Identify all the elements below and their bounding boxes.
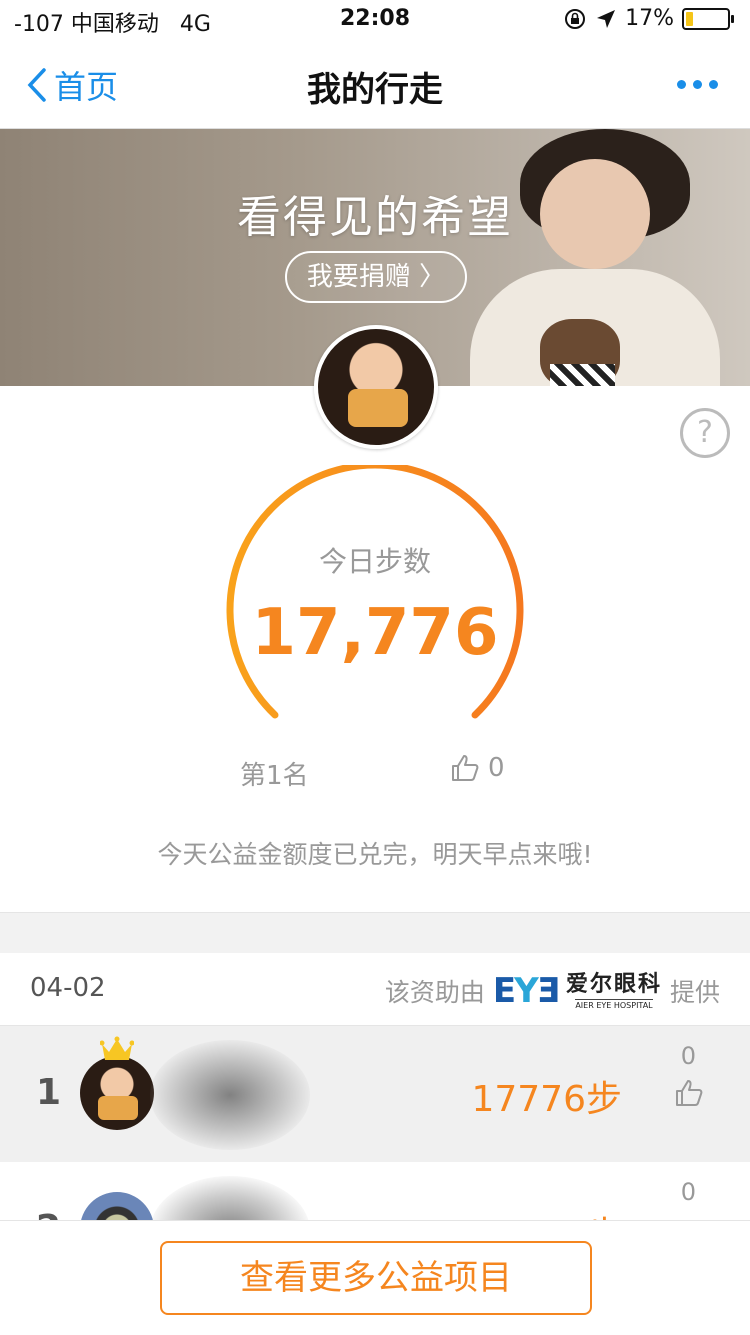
more-options-button[interactable] — [677, 80, 718, 89]
status-right: 17% — [563, 6, 734, 31]
step-gauge-arc — [226, 465, 524, 719]
like-button[interactable]: 0 — [450, 753, 505, 783]
sponsor-name-cn: 爱尔眼科 — [565, 970, 662, 997]
section-divider — [0, 912, 750, 954]
row-steps: 17776步 — [471, 1079, 622, 1120]
location-arrow-icon — [597, 9, 616, 28]
status-bar: -107 中国移动 4G 22:08 17% — [0, 0, 750, 40]
redacted-username — [150, 1040, 310, 1150]
row-like-count: 0 — [680, 1042, 696, 1070]
battery-icon — [682, 7, 734, 30]
notice-text: 今天公益金额度已兑完，明天早点来哦! — [157, 840, 593, 869]
battery-percent: 17% — [625, 6, 674, 31]
dot-icon — [709, 80, 718, 89]
navigation-bar: 首页 我的行走 — [0, 40, 750, 129]
donate-button[interactable]: 我要捐赠 〉 — [285, 251, 467, 303]
page-title: 我的行走 — [307, 70, 443, 110]
rank-label: 第1名 — [240, 761, 309, 791]
more-projects-button[interactable]: 查看更多公益项目 — [160, 1241, 592, 1315]
steps-value: 17,776 — [251, 596, 499, 670]
logo-letter-y: Y — [514, 971, 539, 1011]
help-icon[interactable]: ? — [680, 408, 730, 458]
crown-icon — [100, 1036, 134, 1060]
dot-icon — [677, 80, 686, 89]
sponsor-info: 该资助由 EYƎ 爱尔眼科 AIER EYE HOSPITAL 提供 — [385, 971, 720, 1011]
row-avatar — [80, 1056, 154, 1130]
banner-title: 看得见的希望 — [237, 192, 513, 243]
avatar-photo-bread — [98, 1096, 138, 1120]
sponsor-suffix: 提供 — [669, 978, 720, 1007]
logo-letter-e: E — [492, 971, 516, 1011]
dot-icon — [693, 80, 702, 89]
row-like-count: 0 — [680, 1178, 696, 1206]
rotation-lock-icon — [565, 8, 586, 29]
aier-logo: 爱尔眼科 AIER EYE HOSPITAL — [566, 973, 662, 1010]
avatar-photo-bread — [348, 389, 408, 427]
banner-photo-teddy-bib — [550, 364, 615, 386]
eye-logo: EYƎ — [492, 971, 560, 1011]
thumbs-up-icon[interactable] — [674, 1078, 704, 1108]
thumbs-up-icon — [452, 755, 479, 781]
steps-label: 今日步数 — [318, 545, 431, 578]
like-count: 0 — [488, 753, 505, 783]
user-avatar[interactable] — [314, 325, 438, 449]
row-rank: 1 — [36, 1072, 62, 1113]
leaderboard-date: 04-02 — [30, 973, 106, 1003]
sponsor-prefix: 该资助由 — [384, 978, 485, 1007]
logo-letter-e2: Ǝ — [536, 971, 560, 1011]
sponsor-name-en: AIER EYE HOSPITAL — [575, 998, 653, 1010]
leaderboard-header: 04-02 该资助由 EYƎ 爱尔眼科 AIER EYE HOSPITAL 提供 — [0, 953, 750, 1026]
